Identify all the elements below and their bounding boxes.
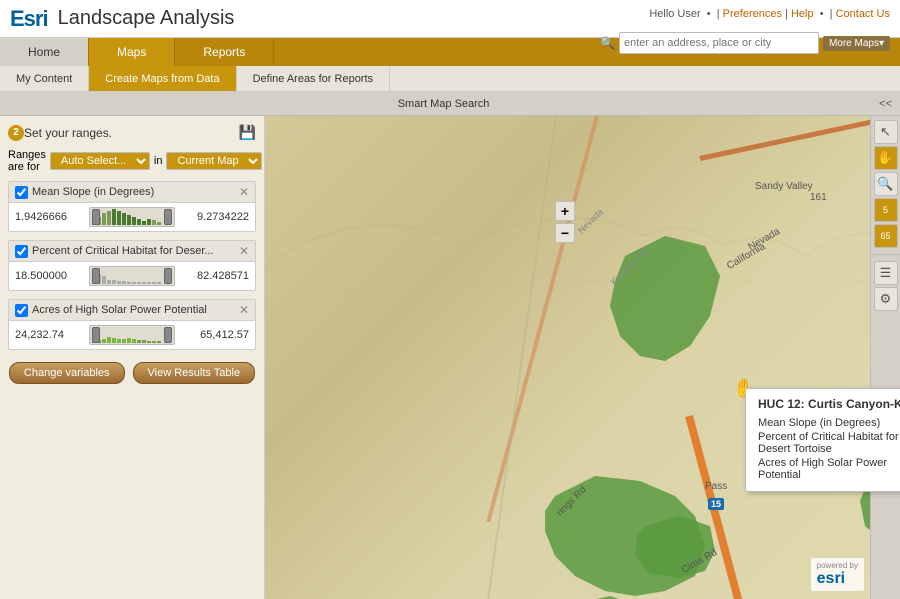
sub-tab-create-maps[interactable]: Create Maps from Data (89, 66, 236, 91)
collapse-button[interactable]: << (879, 98, 892, 110)
zoom-out-button[interactable]: − (555, 223, 575, 243)
tooltip-label-solar: Acres of High Solar Power Potential (758, 457, 900, 481)
change-variables-button[interactable]: Change variables (9, 362, 125, 384)
variable-range-habitat: 18.500000 (9, 262, 255, 290)
zoom-in-button[interactable]: + (555, 201, 575, 221)
sub-tab-define-areas[interactable]: Define Areas for Reports (237, 66, 390, 91)
sub-tab-create-maps-label: Create Maps from Data (105, 73, 219, 85)
layers-tool-button[interactable]: ☰ (874, 261, 898, 285)
variable-range-mean-slope: 1.9426666 (9, 203, 255, 231)
zoom-level-badge-5[interactable]: 5 (874, 198, 898, 222)
map-zoom-controls: + − (555, 201, 575, 243)
app-title: Landscape Analysis (58, 7, 235, 30)
slider-handle-right[interactable] (164, 209, 172, 225)
habitat-areas-svg (265, 116, 900, 599)
variable-header-habitat: Percent of Critical Habitat for Deser...… (9, 241, 255, 262)
tooltip-title: HUC 12: Curtis Canyon-Kingston Wash (758, 397, 900, 411)
hand-tool-button[interactable]: ✋ (874, 146, 898, 170)
variable-block-mean-slope: Mean Slope (in Degrees) ✕ 1.9426666 (8, 181, 256, 232)
variable-max-mean-slope: 9.2734222 (179, 211, 249, 223)
ranges-for-row: Ranges are for Auto Select... in Current… (8, 149, 256, 173)
esri-powered-logo: powered by esri (811, 558, 864, 591)
variable-close-habitat[interactable]: ✕ (239, 244, 249, 258)
step-label: Set your ranges. (24, 126, 239, 140)
slider-handle-solar-right[interactable] (164, 327, 172, 343)
slider-solar[interactable] (89, 325, 175, 345)
variable-min-solar: 24,232.74 (15, 329, 85, 341)
variable-checkbox-habitat[interactable] (15, 245, 28, 258)
variable-header-solar: Acres of High Solar Power Potential ✕ (9, 300, 255, 321)
tab-home[interactable]: Home (0, 38, 89, 66)
variable-name-habitat: Percent of Critical Habitat for Deser... (32, 245, 239, 257)
tab-maps[interactable]: Maps (89, 38, 175, 66)
step-badge: 2 (8, 125, 24, 141)
slider-mean-slope[interactable] (89, 207, 175, 227)
tab-maps-label: Maps (117, 45, 146, 59)
zoom-level-badge-65[interactable]: 65 (874, 224, 898, 248)
esri-brand-label: esri (817, 570, 858, 588)
zoom-tool-button[interactable]: 🔍 (874, 172, 898, 196)
map-tooltip: HUC 12: Curtis Canyon-Kingston Wash Mean… (745, 388, 900, 492)
map-area[interactable]: Sandy Valley 161 Nevada California Las V… (265, 116, 900, 599)
variable-min-habitat: 18.500000 (15, 270, 85, 282)
smart-search-label: Smart Map Search (8, 98, 879, 110)
tab-home-label: Home (28, 45, 60, 59)
variable-name-mean-slope: Mean Slope (in Degrees) (32, 186, 239, 198)
variable-close-solar[interactable]: ✕ (239, 303, 249, 317)
tooltip-label-habitat: Percent of Critical Habitat for Desert T… (758, 431, 900, 455)
tooltip-row-slope: Mean Slope (in Degrees) : 4.97351980 (758, 417, 900, 429)
address-search-input[interactable] (619, 32, 819, 54)
map-toolbar: ↖ ✋ 🔍 5 65 ☰ ⚙ (870, 116, 900, 599)
smart-search-bar: Smart Map Search << (0, 92, 900, 116)
sub-tab-define-areas-label: Define Areas for Reports (253, 73, 373, 85)
nav-tabs: Home Maps Reports 🔍 More Maps▾ (0, 38, 900, 66)
slider-habitat[interactable] (89, 266, 175, 286)
variable-min-mean-slope: 1.9426666 (15, 211, 85, 223)
variable-block-solar: Acres of High Solar Power Potential ✕ 24… (8, 299, 256, 350)
variable-checkbox-solar[interactable] (15, 304, 28, 317)
variable-block-habitat: Percent of Critical Habitat for Deser...… (8, 240, 256, 291)
esri-powered-label: powered by (817, 561, 858, 570)
user-greeting: Hello User • | Preferences | Help • | Co… (649, 8, 890, 20)
sub-tabs-bar: My Content Create Maps from Data Define … (0, 66, 900, 92)
tab-reports-label: Reports (203, 45, 245, 59)
left-panel: 2 Set your ranges. 💾 Ranges are for Auto… (0, 116, 265, 599)
tooltip-row-solar: Acres of High Solar Power Potential : 39… (758, 457, 900, 481)
slider-handle-habitat-right[interactable] (164, 268, 172, 284)
map-label-i15: 15 (708, 498, 724, 510)
tab-reports[interactable]: Reports (175, 38, 274, 66)
variable-max-solar: 65,412.57 (179, 329, 249, 341)
main-content: 2 Set your ranges. 💾 Ranges are for Auto… (0, 116, 900, 599)
toolbar-divider (871, 254, 900, 259)
settings-tool-button[interactable]: ⚙ (874, 287, 898, 311)
ranges-for-label: Ranges are for (8, 149, 46, 173)
variable-header-mean-slope: Mean Slope (in Degrees) ✕ (9, 182, 255, 203)
variable-checkbox-mean-slope[interactable] (15, 186, 28, 199)
bottom-buttons: Change variables View Results Table (8, 362, 256, 384)
auto-select-dropdown[interactable]: Auto Select... (50, 152, 150, 170)
tooltip-label-slope: Mean Slope (in Degrees) (758, 417, 900, 429)
arrow-tool-button[interactable]: ↖ (874, 120, 898, 144)
slider-handle-habitat-left[interactable] (92, 268, 100, 284)
esri-logo-text: Esri (10, 6, 48, 32)
view-results-table-button[interactable]: View Results Table (133, 362, 256, 384)
tooltip-row-habitat: Percent of Critical Habitat for Desert T… (758, 431, 900, 455)
variable-close-mean-slope[interactable]: ✕ (239, 185, 249, 199)
sub-tab-my-content[interactable]: My Content (0, 66, 89, 91)
help-link[interactable]: Help (791, 8, 814, 20)
current-map-dropdown[interactable]: Current Map (166, 152, 262, 170)
preferences-link[interactable]: Preferences (723, 8, 782, 20)
step-header: 2 Set your ranges. 💾 (8, 124, 256, 141)
slider-handle-left[interactable] (92, 209, 100, 225)
in-label: in (154, 155, 163, 167)
more-maps-button[interactable]: More Maps▾ (823, 36, 890, 51)
slider-handle-solar-left[interactable] (92, 327, 100, 343)
variable-name-solar: Acres of High Solar Power Potential (32, 304, 239, 316)
sub-tab-my-content-label: My Content (16, 73, 72, 85)
contact-link[interactable]: Contact Us (836, 8, 890, 20)
variable-range-solar: 24,232.74 (9, 321, 255, 349)
variable-max-habitat: 82.428571 (179, 270, 249, 282)
save-icon[interactable]: 💾 (239, 124, 256, 141)
user-bar: Hello User • | Preferences | Help • | Co… (649, 8, 890, 20)
